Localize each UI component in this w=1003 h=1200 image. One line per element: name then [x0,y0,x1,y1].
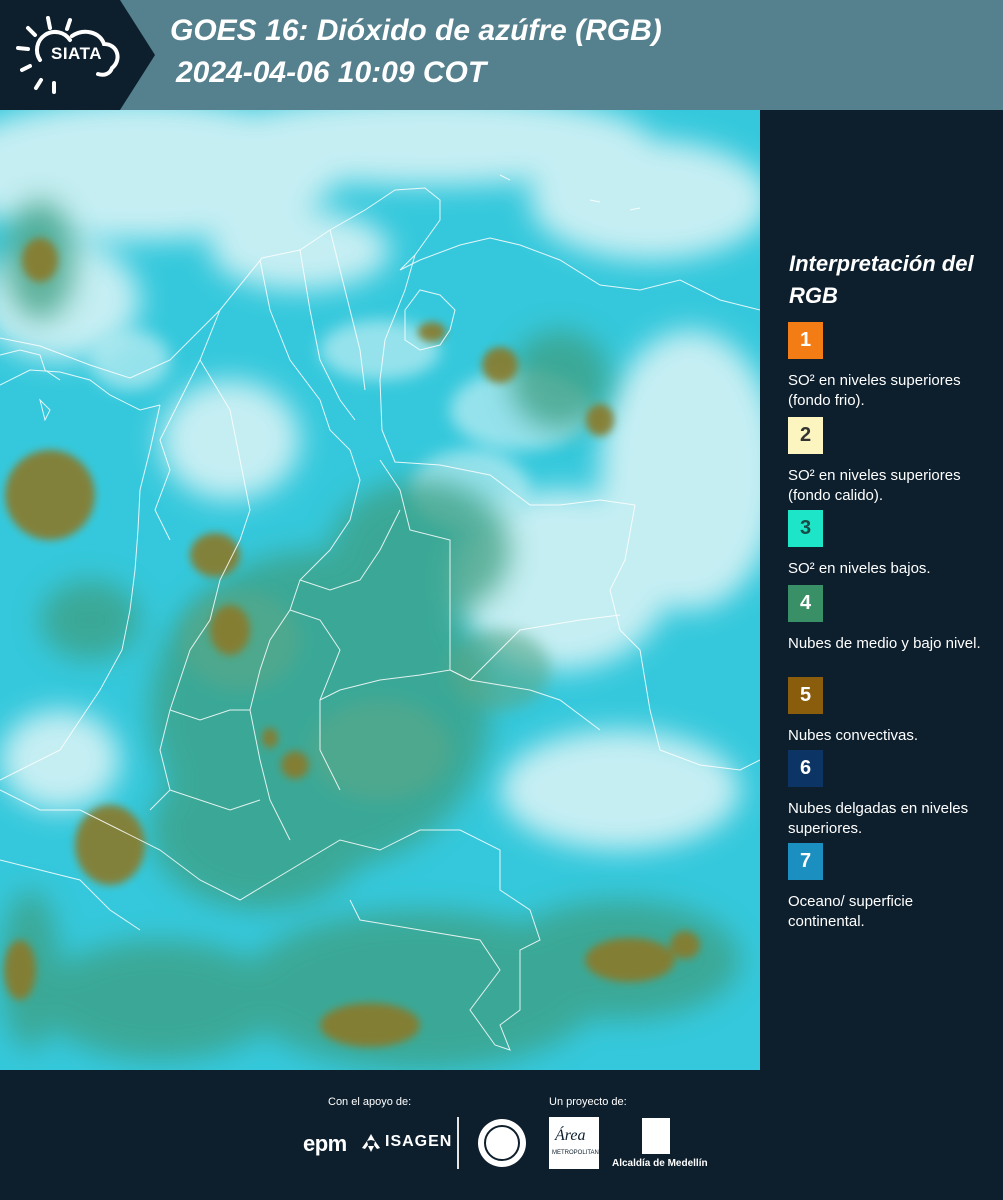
legend-swatch-1: 1 [788,322,823,359]
legend-text-4: Nubes de medio y bajo nivel. [788,635,981,652]
page-title: GOES 16: Dióxido de azúfre (RGB) [170,14,662,47]
legend-swatch-6: 6 [788,750,823,787]
epm-logo: epm [303,1131,347,1156]
legend-text-6: Nubes delgadas en niveles superiores. [788,800,969,837]
legend-text-2: SO² en niveles superiores (fondo calido)… [788,467,961,504]
header-bar: SIATA GOES 16: Dióxido de azúfre (RGB) 2… [0,0,1003,110]
legend-text-1: SO² en niveles superiores (fondo frio). [788,372,961,409]
satellite-map-image [0,110,760,1070]
page-timestamp: 2024-04-06 10:09 COT [176,56,487,89]
area-logo-text: Área [555,1127,586,1144]
siata-logo: SIATA [0,0,155,110]
legend-text-7: Oceano/ superficie continental. [788,893,914,930]
footer-divider [457,1117,459,1169]
support-label: Con el apoyo de: [328,1096,412,1108]
legend-item-4: 4 Nubes de medio y bajo nivel. [788,585,993,674]
legend-item-6: 6 Nubes delgadas en niveles superiores. [788,750,993,839]
legend-swatch-7: 7 [788,843,823,880]
legend-item-1: 1 SO² en niveles superiores (fondo frio)… [788,322,993,411]
satellite-map [0,110,760,1070]
legend-item-2: 2 SO² en niveles superiores (fondo calid… [788,417,993,506]
legend-swatch-2: 2 [788,417,823,454]
legend-title: Interpretación del RGB [789,251,974,308]
seal-inner-icon [484,1125,520,1161]
legend-item-7: 7 Oceano/ superficie continental. [788,843,993,932]
area-metropolitana-logo: Área METROPOLITANA [549,1117,603,1169]
legend-swatch-4: 4 [788,585,823,622]
legend-swatch-5: 5 [788,677,823,714]
footer: Con el apoyo de: Un proyecto de: epm ISA… [0,1070,1003,1200]
siata-logo-text: SIATA [51,44,102,63]
seal-logo [478,1119,526,1167]
area-logo-sub: METROPOLITANA [552,1150,603,1156]
isagen-logo: ISAGEN [385,1133,453,1150]
legend-swatch-3: 3 [788,510,823,547]
alcaldia-logo-text: Alcaldía de Medellín [612,1158,708,1169]
legend-panel: Interpretación del RGB 1 SO² en niveles … [760,110,1003,1070]
project-label: Un proyecto de: [549,1096,627,1108]
isagen-mark-icon [362,1134,380,1152]
alcaldia-emblem-icon [642,1118,670,1154]
